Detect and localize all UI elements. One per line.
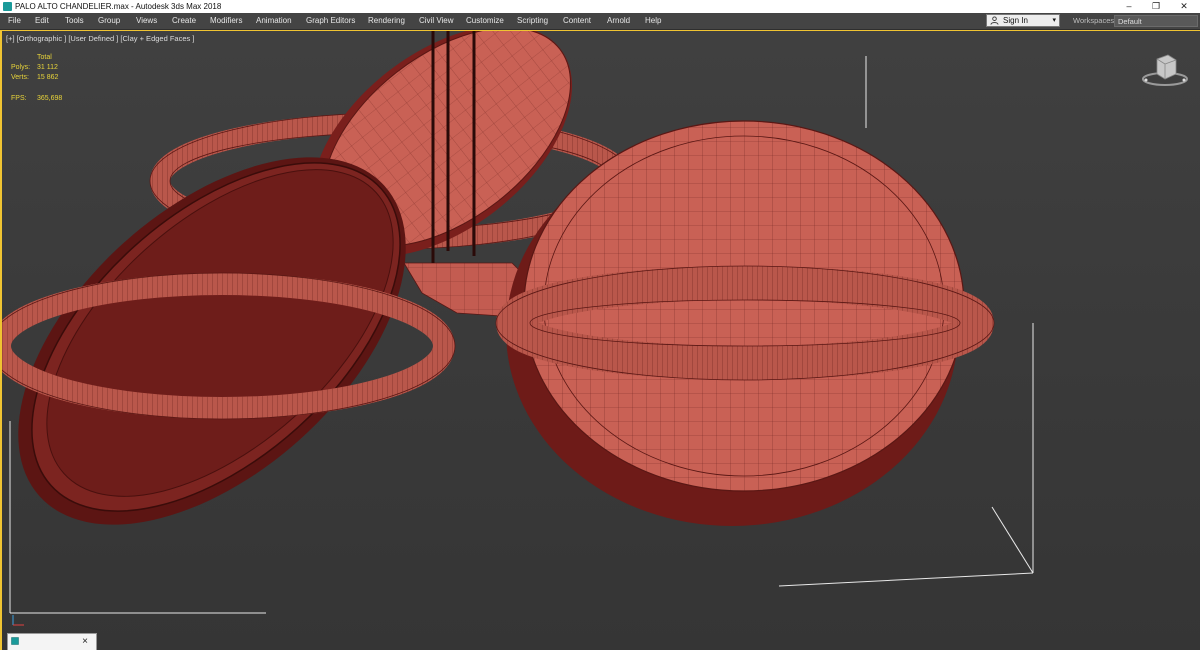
stats-polys-label: Polys: [11, 64, 31, 71]
scene-render [2, 31, 1034, 614]
viewcube-icon[interactable] [1140, 51, 1190, 91]
stats-verts-label: Verts: [11, 74, 29, 81]
menu-rendering[interactable]: Rendering [368, 13, 405, 29]
sign-in-label: Sign In [1003, 16, 1028, 25]
user-icon [990, 16, 999, 25]
menu-file[interactable]: File [8, 13, 21, 29]
menu-civil-view[interactable]: Civil View [419, 13, 454, 29]
stats-verts-value: 15 862 [37, 74, 59, 81]
minimize-button[interactable]: – [1116, 0, 1142, 13]
menu-content[interactable]: Content [563, 13, 591, 29]
sign-in-dropdown[interactable]: Sign In ▾ [986, 14, 1060, 27]
workspaces-label: Workspaces: [1073, 16, 1117, 25]
chevron-down-icon: ▾ [1052, 17, 1056, 24]
menu-animation[interactable]: Animation [256, 13, 292, 29]
menu-customize[interactable]: Customize [466, 13, 504, 29]
viewport-label-menu[interactable]: [+] [Orthographic ] [User Defined ] [Cla… [6, 34, 194, 44]
close-button[interactable]: ✕ [1171, 0, 1197, 13]
window-icon [11, 637, 19, 645]
title-bar: PALO ALTO CHANDELIER.max - Autodesk 3ds … [0, 0, 1200, 13]
workspaces-value: Default [1118, 17, 1142, 26]
menu-group[interactable]: Group [98, 13, 120, 29]
window-title: PALO ALTO CHANDELIER.max - Autodesk 3ds … [15, 2, 222, 11]
stats-fps-label: FPS: [11, 95, 27, 102]
menu-edit[interactable]: Edit [35, 13, 49, 29]
stats-fps-value: 365,698 [37, 95, 63, 102]
menu-scripting[interactable]: Scripting [517, 13, 548, 29]
3ds-max-app-icon [3, 2, 12, 11]
tray-close-button[interactable]: × [82, 635, 88, 649]
axis-tripod-icon [12, 615, 24, 626]
menu-graph-editors[interactable]: Graph Editors [306, 13, 355, 29]
stats-total-header: Total [37, 54, 52, 61]
menu-create[interactable]: Create [172, 13, 196, 29]
menu-views[interactable]: Views [136, 13, 157, 29]
right-hemisphere [506, 120, 965, 526]
menu-arnold[interactable]: Arnold [607, 13, 630, 29]
menu-help[interactable]: Help [645, 13, 661, 29]
menu-tools[interactable]: Tools [65, 13, 84, 29]
perspective-viewport[interactable]: [+] [Orthographic ] [User Defined ] [Cla… [0, 30, 1200, 650]
menu-modifiers[interactable]: Modifiers [210, 13, 242, 29]
workspaces-select[interactable]: Default [1114, 15, 1198, 27]
stats-polys-value: 31 112 [37, 64, 58, 71]
minimized-window-tray[interactable]: × [7, 633, 97, 650]
restore-button[interactable]: ❐ [1143, 0, 1169, 13]
